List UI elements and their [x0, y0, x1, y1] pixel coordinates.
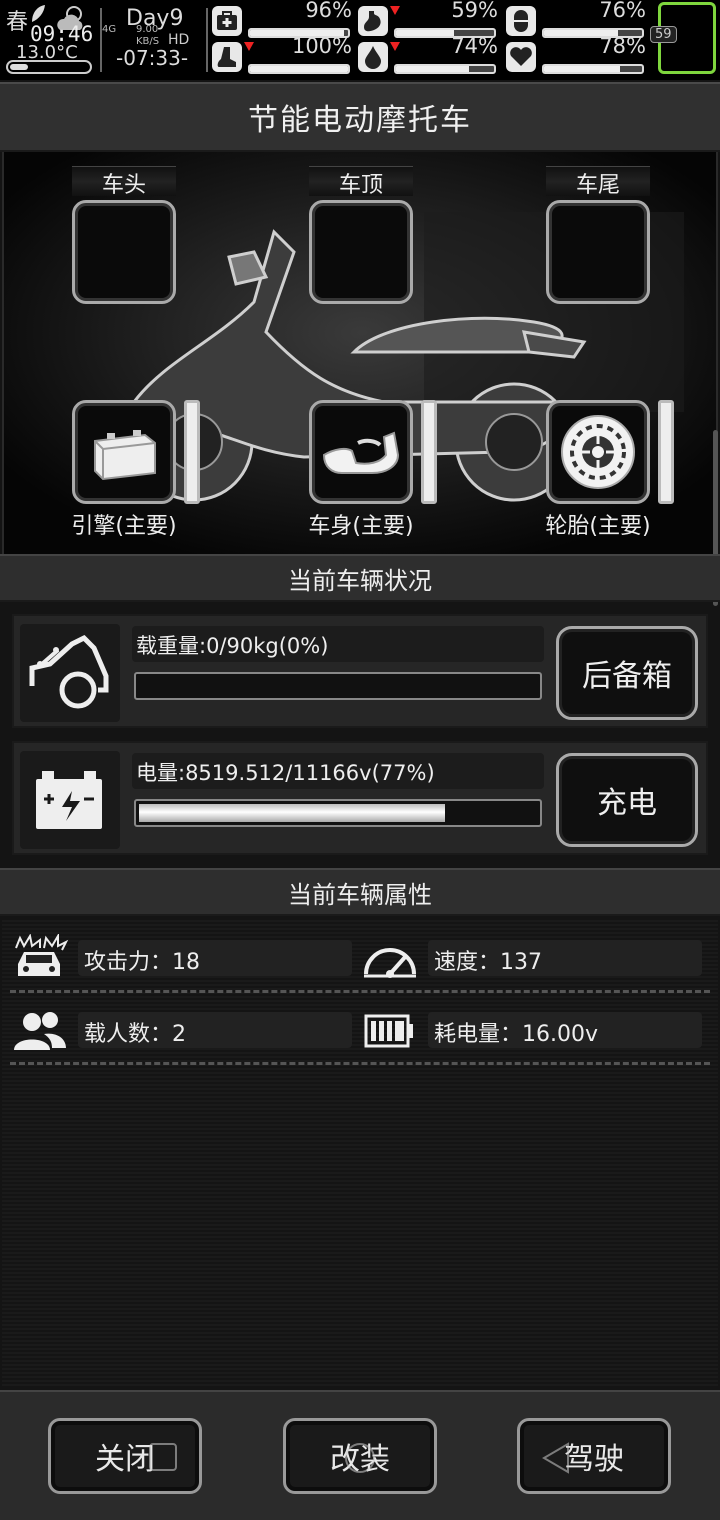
- cargo-card: 载重量:0/90kg(0%) 后备箱: [12, 614, 708, 728]
- condition-header: 当前车辆状况: [0, 554, 720, 602]
- medkit-icon: [212, 6, 242, 36]
- tire-icon: [561, 415, 635, 489]
- section-title: 当前车辆属性: [288, 880, 432, 909]
- cargo-text: 载重量:0/90kg(0%): [132, 626, 544, 662]
- capsule-icon: [506, 6, 536, 36]
- countdown-clock: -07:33-: [116, 46, 189, 70]
- charge-button[interactable]: 充电: [556, 753, 698, 847]
- vehicle-view: 车头 车顶 车尾 引擎(主要) 车身(主要) 轮胎(主要): [2, 152, 718, 554]
- slot-tire[interactable]: [546, 400, 650, 504]
- title-panel: 节能电动摩托车: [0, 82, 720, 152]
- power-card: 电量:8519.512/11166v(77%) 充电: [12, 741, 708, 855]
- slot-roof[interactable]: [309, 200, 413, 304]
- divider: [10, 1062, 710, 1065]
- back-icon[interactable]: [538, 1440, 574, 1476]
- attr-text: 攻击力：18: [78, 940, 352, 976]
- attr-attack: 攻击力：18: [10, 930, 354, 984]
- body-durability-bar: [421, 400, 437, 504]
- scooter-body-icon: [322, 431, 400, 474]
- stat-value: 76%: [599, 0, 646, 22]
- foot-icon: [212, 42, 242, 72]
- stat-bar-fill: [250, 66, 348, 72]
- slot-label-roof: 车顶: [309, 166, 413, 198]
- stat-value: 74%: [451, 34, 498, 58]
- part-label-body: 车身(主要): [308, 514, 414, 539]
- attr-text: 载人数：2: [78, 1012, 352, 1048]
- divider: [100, 8, 102, 72]
- part-label-tire: 轮胎(主要): [545, 514, 651, 539]
- page-title: 节能电动摩托车: [248, 103, 472, 138]
- car-crash-icon: [15, 934, 69, 976]
- power-bar: [134, 799, 542, 827]
- stat-bar: [248, 64, 350, 74]
- vehicle-screen: 春 09:46 13.0°C Day9 4G 9.00 KB/S HD -07:3…: [0, 0, 720, 1520]
- attr-consumption: 耗电量：16.00v: [360, 1002, 704, 1056]
- stat-bar-fill: [544, 66, 621, 72]
- slot-rear[interactable]: [546, 200, 650, 304]
- divider: [10, 990, 710, 993]
- stat-mood: 78%: [506, 34, 646, 76]
- cargo-bar: [134, 672, 542, 700]
- engine-durability-bar: [184, 400, 200, 504]
- slot-body[interactable]: [309, 400, 413, 504]
- slot-engine[interactable]: [72, 400, 176, 504]
- battery-level-icon: [364, 1014, 413, 1048]
- heart-icon: [506, 42, 536, 72]
- net-speed-value: 9.00: [136, 24, 159, 35]
- home-icon[interactable]: [342, 1440, 378, 1476]
- slot-front[interactable]: [72, 200, 176, 304]
- stat-value: 59%: [451, 0, 498, 22]
- thermometer-icon: [6, 60, 92, 74]
- attr-text: 速度：137: [428, 940, 702, 976]
- decrease-arrow-icon: [390, 42, 400, 51]
- stat-value: 78%: [599, 34, 646, 58]
- status-bar: 春 09:46 13.0°C Day9 4G 9.00 KB/S HD -07:3…: [0, 0, 720, 80]
- leaf-icon: [32, 5, 45, 22]
- decrease-arrow-icon: [244, 42, 254, 51]
- stat-value: 100%: [291, 34, 352, 58]
- attributes-header: 当前车辆属性: [0, 868, 720, 916]
- attributes-panel: 攻击力：18 速度：137 载人数：2 耗电量：16.00v: [2, 918, 718, 1388]
- stat-thirst: 74%: [358, 34, 498, 76]
- attr-speed: 速度：137: [360, 930, 704, 984]
- divider: [206, 8, 208, 72]
- section-title: 当前车辆状况: [288, 566, 432, 595]
- stat-value: 96%: [305, 0, 352, 22]
- tire-durability-bar: [658, 400, 674, 504]
- stat-bar: [394, 64, 496, 74]
- car-battery-icon: [20, 751, 120, 849]
- network-type: 4G: [102, 24, 117, 35]
- slot-label-rear: 车尾: [546, 166, 650, 198]
- people-icon: [14, 1012, 66, 1050]
- power-text: 电量:8519.512/11166v(77%): [132, 753, 544, 789]
- recent-apps-icon[interactable]: [146, 1440, 182, 1476]
- battery-engine-icon: [94, 430, 156, 481]
- attr-capacity: 载人数：2: [10, 1002, 354, 1056]
- attr-text: 耗电量：16.00v: [428, 1012, 702, 1048]
- trunk-icon: [20, 624, 120, 722]
- decrease-arrow-icon: [390, 6, 400, 15]
- stat-stamina: 100%: [212, 34, 352, 76]
- stat-bar-fill: [396, 66, 469, 72]
- stat-bar: [542, 64, 644, 74]
- season-label: 春: [6, 10, 29, 35]
- part-label-engine: 引擎(主要): [71, 514, 177, 539]
- stomach-icon: [358, 6, 388, 36]
- power-bar-fill: [139, 804, 446, 822]
- speedometer-icon: [364, 948, 416, 978]
- slot-label-front: 车头: [72, 166, 176, 198]
- stat-bar-fill: [396, 30, 454, 36]
- water-drop-icon: [358, 42, 388, 72]
- trunk-button[interactable]: 后备箱: [556, 626, 698, 720]
- battery-number: 59: [650, 26, 677, 43]
- net-speed: 9.00 KB/S: [136, 24, 159, 48]
